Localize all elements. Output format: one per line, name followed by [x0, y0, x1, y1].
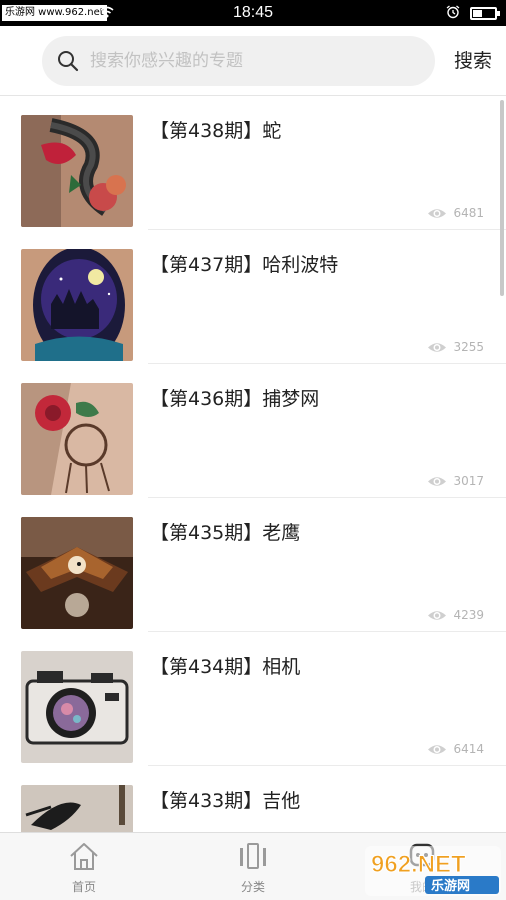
- scrollbar[interactable]: [500, 100, 504, 296]
- watermark-domain: 962.NET: [371, 851, 466, 878]
- topic-thumbnail[interactable]: [21, 383, 133, 495]
- topic-title: 【第435期】老鹰: [150, 522, 301, 544]
- eye-icon: [428, 208, 447, 218]
- alarm-icon: [446, 5, 460, 19]
- view-count: 6414: [427, 742, 484, 756]
- status-bar: 乐游网 www.962.net 18:45: [0, 0, 506, 26]
- category-icon: [240, 843, 266, 869]
- tab-category-label: 分类: [240, 880, 265, 894]
- search-input[interactable]: [90, 36, 420, 86]
- view-count: 3017: [427, 474, 484, 488]
- battery-icon: [470, 7, 500, 20]
- search-button[interactable]: 搜索: [454, 46, 492, 73]
- battery-level: [473, 10, 483, 17]
- topic-thumbnail[interactable]: [21, 785, 133, 832]
- topic-item[interactable]: 【第438期】蛇 6481: [0, 96, 506, 230]
- tab-home-label: 首页: [71, 880, 96, 894]
- home-icon: [70, 843, 98, 870]
- search-icon: [58, 51, 79, 72]
- topic-thumbnail[interactable]: [21, 651, 133, 763]
- eye-icon: [428, 342, 447, 352]
- watermark-logo: 962.NET 乐游网: [365, 846, 501, 896]
- view-count: 3255: [427, 340, 484, 354]
- view-count-value: 6414: [453, 742, 484, 756]
- topic-title: 【第433期】吉他: [150, 790, 301, 812]
- watermark-brand: 乐游网: [431, 878, 470, 894]
- topic-title: 【第434期】相机: [150, 656, 301, 678]
- topic-item[interactable]: 【第434期】相机 6414: [0, 632, 506, 766]
- search-box[interactable]: [42, 36, 435, 86]
- topic-thumbnail[interactable]: [21, 249, 133, 361]
- topic-item[interactable]: 【第435期】老鹰 4239: [0, 498, 506, 632]
- view-count-value: 3017: [453, 474, 484, 488]
- view-count-value: 6481: [453, 206, 484, 220]
- tab-home[interactable]: 首页: [0, 833, 168, 900]
- topic-item[interactable]: 【第437期】哈利波特 3255: [0, 230, 506, 364]
- view-count: 6481: [427, 206, 484, 220]
- topic-thumbnail[interactable]: [21, 517, 133, 629]
- view-count: 4239: [427, 608, 484, 622]
- topic-title: 【第437期】哈利波特: [150, 254, 339, 276]
- view-count-value: 3255: [453, 340, 484, 354]
- view-count-value: 4239: [453, 608, 484, 622]
- eye-icon: [428, 476, 447, 486]
- search-header: 搜索: [0, 26, 506, 96]
- tab-category[interactable]: 分类: [169, 833, 337, 900]
- topic-thumbnail[interactable]: [21, 115, 133, 227]
- topic-title: 【第438期】蛇: [150, 120, 282, 142]
- topic-item[interactable]: 【第433期】吉他: [0, 766, 506, 832]
- status-time: 18:45: [232, 4, 274, 21]
- eye-icon: [428, 744, 447, 754]
- topic-title: 【第436期】捕梦网: [150, 388, 320, 410]
- topic-list[interactable]: 【第438期】蛇 6481 【第437期】哈利波特 3255 【第436期】捕梦…: [0, 96, 506, 832]
- topic-item[interactable]: 【第436期】捕梦网 3017: [0, 364, 506, 498]
- eye-icon: [428, 610, 447, 620]
